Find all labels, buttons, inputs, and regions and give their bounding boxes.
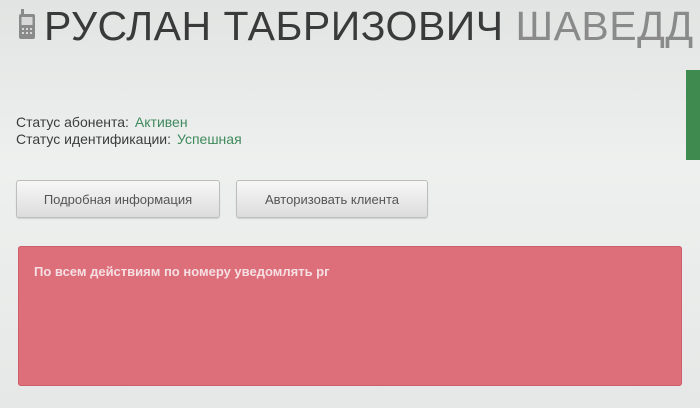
subscriber-name-last: ШАВЕДД <box>515 3 694 49</box>
subscriber-status-value: Активен <box>134 114 188 130</box>
identification-status-row: Статус идентификации: Успешная <box>16 131 242 148</box>
notice-alert: По всем действиям по номеру уведомлять р… <box>18 246 682 386</box>
subscriber-name: РУСЛАН ТАБРИЗОВИЧ ШАВЕДД <box>44 2 694 50</box>
subscriber-status-label: Статус абонента: <box>16 114 129 130</box>
status-info: Статус абонента: Активен Статус идентифик… <box>16 114 242 148</box>
identification-status-value: Успешная <box>177 131 242 147</box>
subscriber-status-row: Статус абонента: Активен <box>16 114 242 131</box>
status-accent-strip <box>686 70 700 160</box>
mobile-phone-icon <box>18 8 36 40</box>
authorize-client-button[interactable]: Авторизовать клиента <box>236 180 428 218</box>
subscriber-name-first: РУСЛАН ТАБРИЗОВИЧ <box>44 3 504 49</box>
identification-status-label: Статус идентификации: <box>16 131 171 147</box>
details-button[interactable]: Подробная информация <box>16 180 220 218</box>
subscriber-header: РУСЛАН ТАБРИЗОВИЧ ШАВЕДД <box>0 0 700 52</box>
notice-alert-text: По всем действиям по номеру уведомлять р… <box>34 264 330 279</box>
